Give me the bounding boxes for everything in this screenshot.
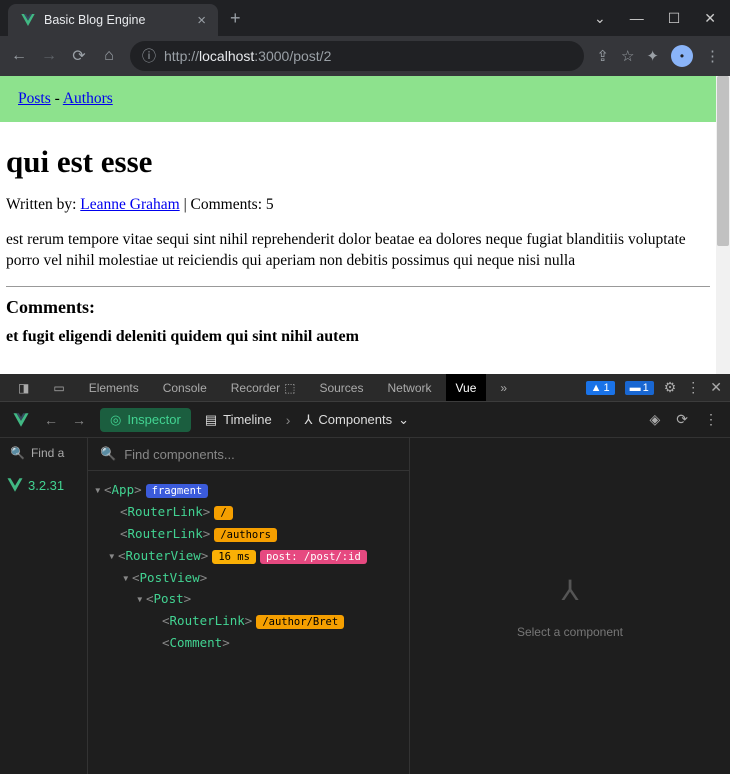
comment-title: et fugit eligendi deleniti quidem qui si… bbox=[6, 328, 710, 346]
window-dropdown-icon[interactable]: ⌄ bbox=[594, 10, 606, 27]
tab-title: Basic Blog Engine bbox=[44, 13, 145, 27]
devtools-close-icon[interactable]: ✕ bbox=[710, 379, 722, 396]
component-tree-panel: 🔍 Find components... ▾<App>fragment <Rou… bbox=[88, 438, 410, 774]
post-body: est rerum tempore vitae sequi sint nihil… bbox=[6, 230, 710, 272]
component-detail-panel: ⅄ Select a component bbox=[410, 438, 730, 774]
vue-favicon-icon bbox=[20, 12, 36, 28]
tab-elements[interactable]: Elements bbox=[79, 374, 149, 401]
site-info-icon[interactable]: ⓘ bbox=[142, 46, 156, 66]
window-close-icon[interactable]: ✕ bbox=[704, 10, 716, 27]
back-button[interactable]: ← bbox=[10, 47, 28, 65]
tabs-overflow-icon[interactable]: » bbox=[490, 374, 517, 401]
url-text: http://localhost:3000/post/2 bbox=[164, 48, 331, 64]
extensions-icon[interactable]: ✦ bbox=[646, 47, 659, 65]
tab-recorder[interactable]: Recorder ⬚ bbox=[221, 374, 306, 401]
scrollbar-thumb[interactable] bbox=[717, 76, 729, 246]
chevron-right-icon: › bbox=[286, 412, 291, 428]
home-button[interactable]: ⌂ bbox=[100, 47, 118, 65]
vue-version[interactable]: 3.2.31 bbox=[0, 468, 87, 502]
browser-toolbar: ← → ⟳ ⌂ ⓘ http://localhost:3000/post/2 ⇪… bbox=[0, 36, 730, 76]
target-icon: ◎ bbox=[110, 412, 121, 428]
tab-vue[interactable]: Vue bbox=[446, 374, 487, 401]
bookmark-icon[interactable]: ☆ bbox=[621, 47, 634, 65]
components-placeholder-icon: ⅄ bbox=[561, 574, 578, 607]
vue-toolbar: ← → ◎Inspector ▤Timeline › ⅄Components ⌄… bbox=[0, 402, 730, 438]
scrollbar-track[interactable] bbox=[716, 76, 730, 374]
window-maximize-icon[interactable]: ☐ bbox=[668, 10, 681, 27]
chevron-down-icon: ⌄ bbox=[398, 412, 409, 428]
post-meta: Written by: Leanne Graham | Comments: 5 bbox=[6, 196, 710, 214]
vue-logo-icon bbox=[12, 411, 30, 429]
vue-sidebar: 🔍Find a 3.2.31 bbox=[0, 438, 88, 774]
vue-small-icon bbox=[6, 476, 24, 494]
recorder-beta-icon: ⬚ bbox=[284, 381, 295, 395]
tab-network[interactable]: Network bbox=[377, 374, 441, 401]
locate-icon[interactable]: ◈ bbox=[649, 411, 660, 428]
devtools-settings-icon[interactable]: ⚙ bbox=[664, 379, 677, 396]
devtools-panel: ◨ ▭ Elements Console Recorder ⬚ Sources … bbox=[0, 374, 730, 774]
browser-tab[interactable]: Basic Blog Engine × bbox=[8, 4, 218, 36]
comments-count: 5 bbox=[266, 196, 274, 213]
timeline-icon: ▤ bbox=[205, 412, 217, 428]
inspect-element-icon[interactable]: ◨ bbox=[8, 374, 39, 401]
tab-console[interactable]: Console bbox=[153, 374, 217, 401]
profile-avatar[interactable]: • bbox=[671, 45, 693, 67]
window-minimize-icon[interactable]: — bbox=[630, 10, 644, 27]
vue-back-icon[interactable]: ← bbox=[44, 412, 58, 428]
devtools-menu-icon[interactable]: ⋮ bbox=[686, 379, 700, 396]
apps-search[interactable]: 🔍Find a bbox=[0, 438, 87, 468]
vue-inspector-tab[interactable]: ◎Inspector bbox=[100, 408, 191, 432]
refresh-icon[interactable]: ⟳ bbox=[676, 411, 688, 428]
component-search[interactable]: 🔍 Find components... bbox=[88, 438, 409, 471]
devtools-tabs: ◨ ▭ Elements Console Recorder ⬚ Sources … bbox=[0, 374, 730, 402]
nav-posts-link[interactable]: Posts bbox=[18, 90, 51, 107]
browser-menu-icon[interactable]: ⋮ bbox=[705, 47, 720, 65]
components-icon: ⅄ bbox=[304, 412, 312, 428]
new-tab-button[interactable]: + bbox=[230, 8, 241, 29]
vue-forward-icon[interactable]: → bbox=[72, 412, 86, 428]
address-bar[interactable]: ⓘ http://localhost:3000/post/2 bbox=[130, 41, 584, 71]
nav-authors-link[interactable]: Authors bbox=[63, 90, 113, 107]
titlebar: Basic Blog Engine × + ⌄ — ☐ ✕ bbox=[0, 0, 730, 36]
close-tab-icon[interactable]: × bbox=[197, 12, 206, 29]
errors-badge[interactable]: ▲1 bbox=[586, 381, 615, 395]
vue-timeline-tab[interactable]: ▤Timeline bbox=[205, 412, 272, 428]
share-icon[interactable]: ⇪ bbox=[596, 47, 609, 65]
tab-sources[interactable]: Sources bbox=[309, 374, 373, 401]
search-icon: 🔍 bbox=[100, 446, 116, 462]
reload-button[interactable]: ⟳ bbox=[70, 46, 88, 66]
comments-heading: Comments: bbox=[6, 297, 710, 318]
post-title: qui est esse bbox=[6, 144, 710, 180]
window-controls: ⌄ — ☐ ✕ bbox=[594, 10, 722, 27]
vue-menu-icon[interactable]: ⋮ bbox=[704, 411, 718, 428]
forward-button: → bbox=[40, 47, 58, 65]
issues-badge[interactable]: ▬1 bbox=[625, 381, 654, 395]
component-tree[interactable]: ▾<App>fragment <RouterLink>/ <RouterLink… bbox=[88, 471, 409, 662]
author-link[interactable]: Leanne Graham bbox=[80, 196, 179, 213]
search-icon: 🔍 bbox=[10, 446, 25, 460]
page-content: Posts - Authors qui est esse Written by:… bbox=[0, 76, 730, 374]
device-toolbar-icon[interactable]: ▭ bbox=[43, 374, 74, 401]
placeholder-text: Select a component bbox=[517, 625, 623, 639]
vue-components-dropdown[interactable]: ⅄Components ⌄ bbox=[304, 412, 409, 428]
divider bbox=[6, 286, 710, 287]
site-nav: Posts - Authors bbox=[0, 76, 716, 122]
